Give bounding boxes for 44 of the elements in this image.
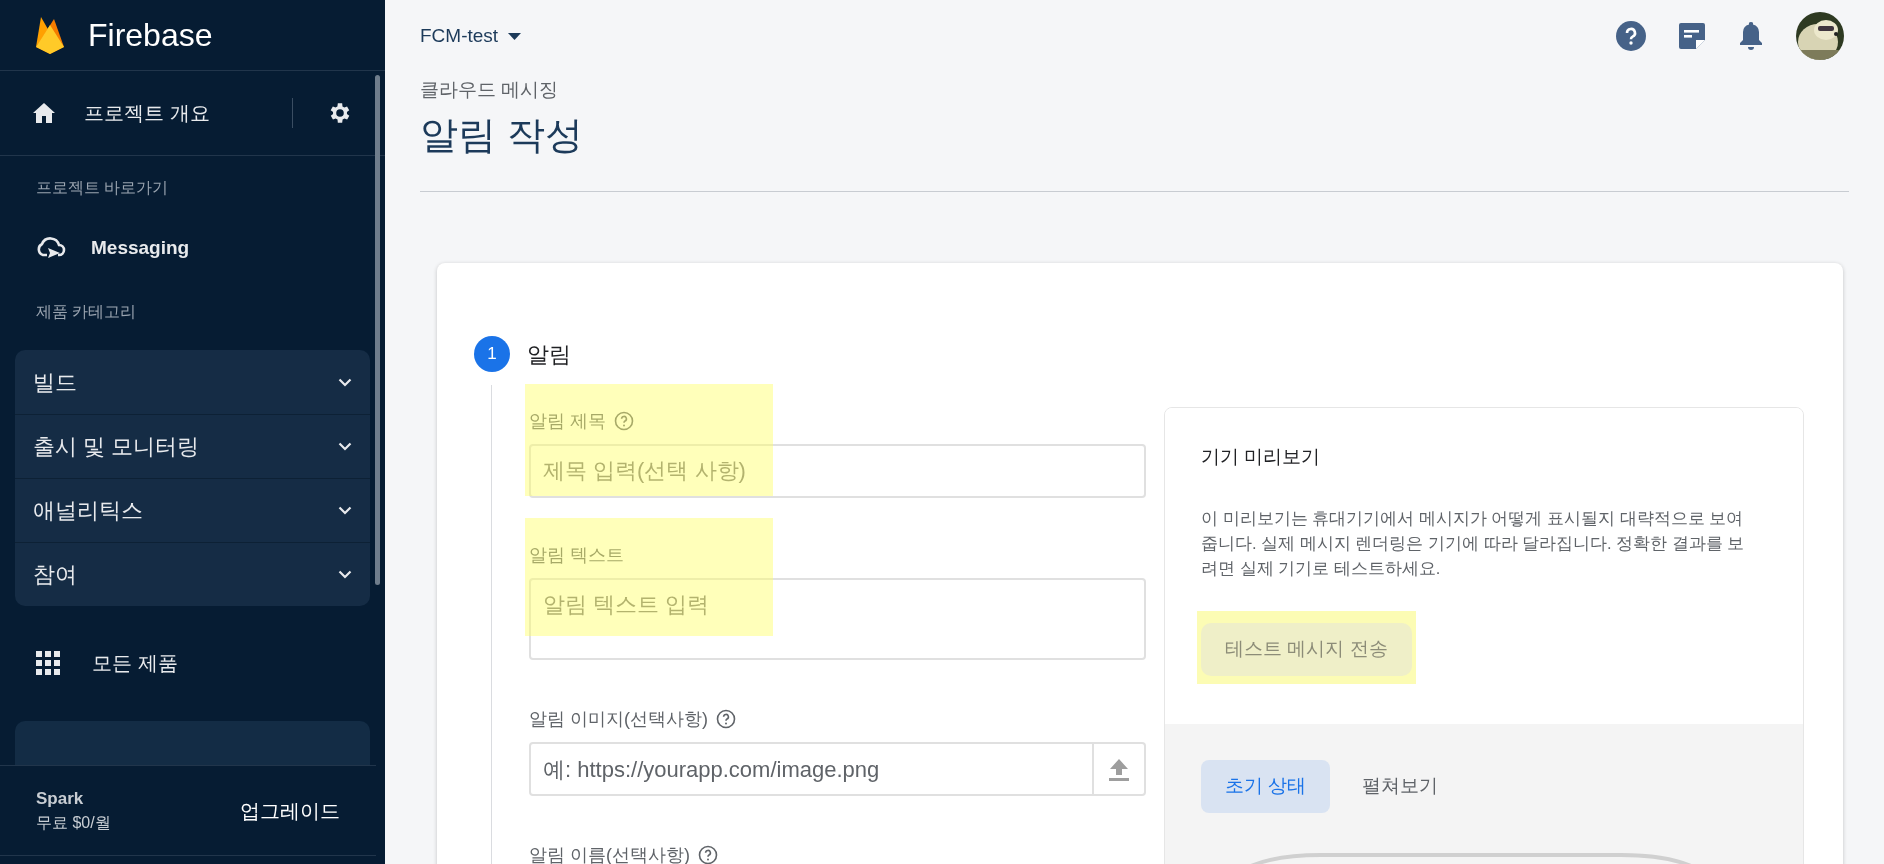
text-area-field[interactable]: 알림 텍스트 입력 <box>529 578 1146 660</box>
brand-title: Firebase <box>88 16 213 55</box>
preview-title: 기기 미리보기 <box>1201 445 1322 469</box>
plan-price: 무료 $0/월 <box>36 813 111 834</box>
upgrade-link[interactable]: 업그레이드 <box>240 795 340 826</box>
dropdown-icon <box>508 32 522 40</box>
step-title: 알림 <box>527 340 571 369</box>
flame-logo-icon <box>34 15 66 55</box>
preview-description: 이 미리보기는 휴대기기에서 메시지가 어떻게 표시될지 대략적으로 보여줍니다. 실제 메시지 렌더링은 기기에 따라 달라집니다. 정확한 결과를 보려면 실제 기기로 테스트하세요. <box>1201 507 1746 579</box>
section-heading: 프로젝트 바로가기 <box>35 178 170 198</box>
field-label: 알림 제목 <box>529 409 606 433</box>
field-label: 알림 이름(선택사항) <box>529 843 690 864</box>
help-icon[interactable] <box>698 845 718 864</box>
upload-button[interactable] <box>1094 742 1146 796</box>
feedback-icon[interactable] <box>1678 22 1706 50</box>
breadcrumb: 클라우드 메시징 <box>420 78 560 102</box>
chevron-down-icon <box>338 442 352 451</box>
help-icon[interactable] <box>716 709 736 729</box>
category-item[interactable]: 출시 및 모니터링 <box>15 414 370 478</box>
chevron-down-icon <box>338 570 352 579</box>
field-label: 알림 텍스트 <box>529 543 624 567</box>
shortcut-item[interactable]: Messaging <box>0 206 385 290</box>
section-heading: 제품 카테고리 <box>35 302 138 322</box>
category-item[interactable]: 애널리틱스 <box>15 478 370 542</box>
overview-link[interactable]: 프로젝트 개요 <box>84 98 210 128</box>
upload-icon <box>1108 757 1130 781</box>
category-item[interactable]: 빌드 <box>15 350 370 414</box>
image-url-input[interactable]: 예: https://yourapp.com/image.png <box>529 742 1094 796</box>
all-products-link[interactable]: 모든 제품 <box>92 648 178 678</box>
chevron-down-icon <box>338 506 352 515</box>
notifications-icon[interactable] <box>1738 21 1764 51</box>
page-title: 알림 작성 <box>420 112 584 158</box>
scrollbar[interactable] <box>375 75 380 585</box>
grid-icon[interactable] <box>36 651 60 675</box>
home-icon[interactable] <box>32 102 56 124</box>
chevron-down-icon <box>338 377 352 387</box>
plan-name: Spark <box>36 787 85 810</box>
step-number: 1 <box>474 336 510 372</box>
project-selector[interactable]: FCM-test <box>420 21 522 51</box>
help-icon[interactable] <box>1616 21 1646 51</box>
preview-tab[interactable]: 펼쳐보기 <box>1338 759 1463 813</box>
field-label: 알림 이미지(선택사항) <box>529 707 708 731</box>
title-input[interactable]: 제목 입력(선택 사항) <box>529 444 1146 498</box>
category-item[interactable]: 참여 <box>15 542 370 606</box>
